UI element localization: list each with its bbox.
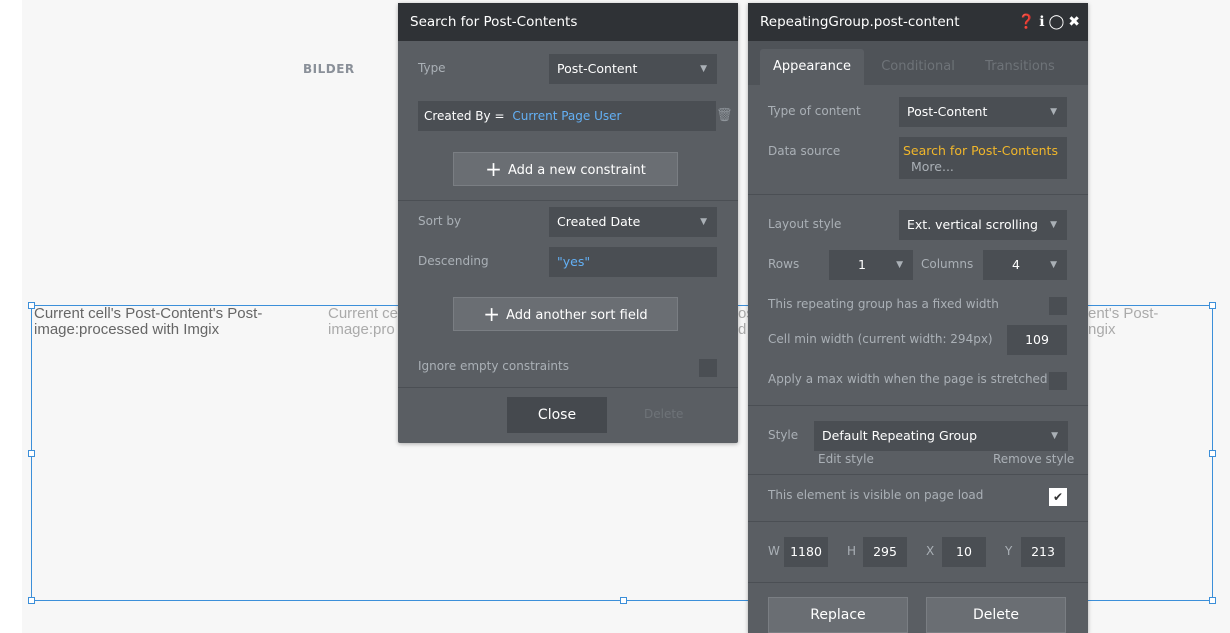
data-source-value[interactable]: Search for Post-Contents (903, 143, 1067, 159)
resize-handle-bottom-left[interactable] (28, 597, 35, 604)
type-of-content-dropdown[interactable]: Post-Content ▼ (899, 97, 1067, 127)
comment-icon[interactable]: ◯ (1049, 14, 1065, 30)
fixed-width-checkbox[interactable] (1049, 297, 1067, 315)
add-sort-field-button[interactable]: + Add another sort field (453, 297, 678, 331)
data-source-label: Data source (768, 144, 841, 158)
divider (398, 387, 738, 388)
tab-transitions[interactable]: Transitions (974, 49, 1066, 85)
layout-style-dropdown[interactable]: Ext. vertical scrolling ▼ (899, 210, 1067, 240)
resize-handle-middle-left[interactable] (28, 450, 35, 457)
constraint-value[interactable]: Current Page User (512, 109, 621, 123)
chevron-down-icon: ▼ (1050, 260, 1057, 270)
info-icon[interactable]: ℹ (1039, 14, 1044, 30)
close-icon[interactable]: ✖ (1068, 14, 1080, 30)
delete-button[interactable]: Delete (926, 597, 1066, 633)
cell-image-text-4: ent's Post- ngix (1088, 305, 1159, 338)
help-icon[interactable]: ❓ (1018, 14, 1035, 30)
cell-image-text-1: Current cell's Post-Content's Post-image… (34, 305, 263, 338)
tab-bar: Appearance Conditional Transitions (748, 41, 1088, 85)
tab-appearance[interactable]: Appearance (760, 49, 864, 85)
w-label: W (768, 544, 780, 558)
x-input[interactable]: 10 (942, 537, 986, 567)
columns-value: 4 (1012, 257, 1020, 272)
style-dropdown[interactable]: Default Repeating Group ▼ (814, 421, 1068, 451)
sort-by-value: Created Date (557, 214, 641, 229)
rows-value: 1 (858, 257, 866, 272)
max-width-checkbox[interactable] (1049, 372, 1067, 390)
cell-min-width-label: Cell min width (current width: 294px) (768, 332, 993, 346)
divider (748, 405, 1088, 406)
type-label: Type (418, 61, 446, 75)
layout-style-label: Layout style (768, 217, 842, 231)
ignore-empty-label: Ignore empty constraints (418, 359, 569, 373)
plus-icon: + (485, 157, 502, 181)
sort-by-label: Sort by (418, 214, 462, 228)
add-constraint-label: Add a new constraint (507, 163, 646, 178)
descending-label: Descending (418, 254, 489, 268)
max-width-label: Apply a max width when the page is stret… (768, 372, 1048, 386)
chevron-down-icon: ▼ (700, 64, 707, 74)
divider (748, 474, 1088, 475)
tab-conditional[interactable]: Conditional (868, 49, 968, 85)
type-dropdown[interactable]: Post-Content ▼ (549, 54, 717, 84)
ignore-empty-checkbox[interactable] (699, 359, 717, 377)
columns-dropdown[interactable]: 4 ▼ (983, 250, 1067, 280)
data-source-more[interactable]: More... (911, 159, 1067, 175)
chevron-down-icon: ▼ (1050, 220, 1057, 230)
visible-on-load-label: This element is visible on page load (768, 488, 984, 502)
h-label: H (847, 544, 857, 558)
descending-input[interactable]: "yes" (549, 247, 717, 277)
replace-button[interactable]: Replace (768, 597, 908, 633)
type-dropdown-value: Post-Content (557, 61, 638, 76)
height-input[interactable]: 295 (863, 537, 907, 567)
descending-value: "yes" (557, 254, 591, 269)
divider (748, 521, 1088, 522)
sort-by-dropdown[interactable]: Created Date ▼ (549, 207, 717, 237)
columns-label: Columns (921, 257, 974, 271)
chevron-down-icon: ▼ (896, 260, 903, 270)
constraint-row[interactable]: Created By = Current Page User (418, 101, 716, 131)
y-input[interactable]: 213 (1021, 537, 1065, 567)
style-value: Default Repeating Group (822, 428, 978, 443)
cell-min-width-input[interactable]: 109 (1007, 325, 1067, 355)
resize-handle-bottom-center[interactable] (620, 597, 627, 604)
rows-dropdown[interactable]: 1 ▼ (829, 250, 913, 280)
data-source-field[interactable]: Search for Post-Contents More... (899, 137, 1067, 179)
edit-style-link[interactable]: Edit style (818, 452, 874, 466)
style-label: Style (768, 428, 799, 442)
divider (398, 200, 738, 201)
delete-disabled-button: Delete (644, 407, 684, 421)
chevron-down-icon: ▼ (700, 217, 707, 227)
constraint-key: Created By = (424, 109, 505, 123)
bilder-heading[interactable]: BILDER (303, 62, 355, 76)
y-label: Y (1005, 544, 1013, 558)
resize-handle-middle-right[interactable] (1209, 450, 1216, 457)
fixed-width-label: This repeating group has a fixed width (768, 297, 999, 311)
type-of-content-label: Type of content (768, 104, 861, 118)
divider (748, 194, 1088, 195)
remove-style-link[interactable]: Remove style (993, 452, 1074, 466)
resize-handle-bottom-right[interactable] (1209, 597, 1216, 604)
divider (748, 582, 1088, 583)
width-input[interactable]: 1180 (784, 537, 828, 567)
layout-style-value: Ext. vertical scrolling (907, 217, 1038, 232)
x-label: X (926, 544, 935, 558)
trash-icon[interactable]: 🗑 (716, 108, 733, 123)
add-sort-label: Add another sort field (506, 308, 648, 323)
add-constraint-button[interactable]: + Add a new constraint (453, 152, 678, 186)
chevron-down-icon: ▼ (1050, 107, 1057, 117)
close-button[interactable]: Close (507, 397, 607, 433)
rows-label: Rows (768, 257, 800, 271)
cell-image-text-2: Current ce image:pro (328, 306, 398, 338)
header-icons: ❓ ℹ ◯ ✖ (1014, 14, 1080, 30)
type-of-content-value: Post-Content (907, 104, 988, 119)
resize-handle-top-right[interactable] (1209, 302, 1216, 309)
chevron-down-icon: ▼ (1051, 431, 1058, 441)
plus-icon: + (483, 302, 501, 326)
visible-on-load-checkbox[interactable]: ✔ (1049, 488, 1067, 506)
cell-image-text-fragment: os d (738, 306, 748, 338)
search-panel-title[interactable]: Search for Post-Contents (398, 3, 738, 41)
